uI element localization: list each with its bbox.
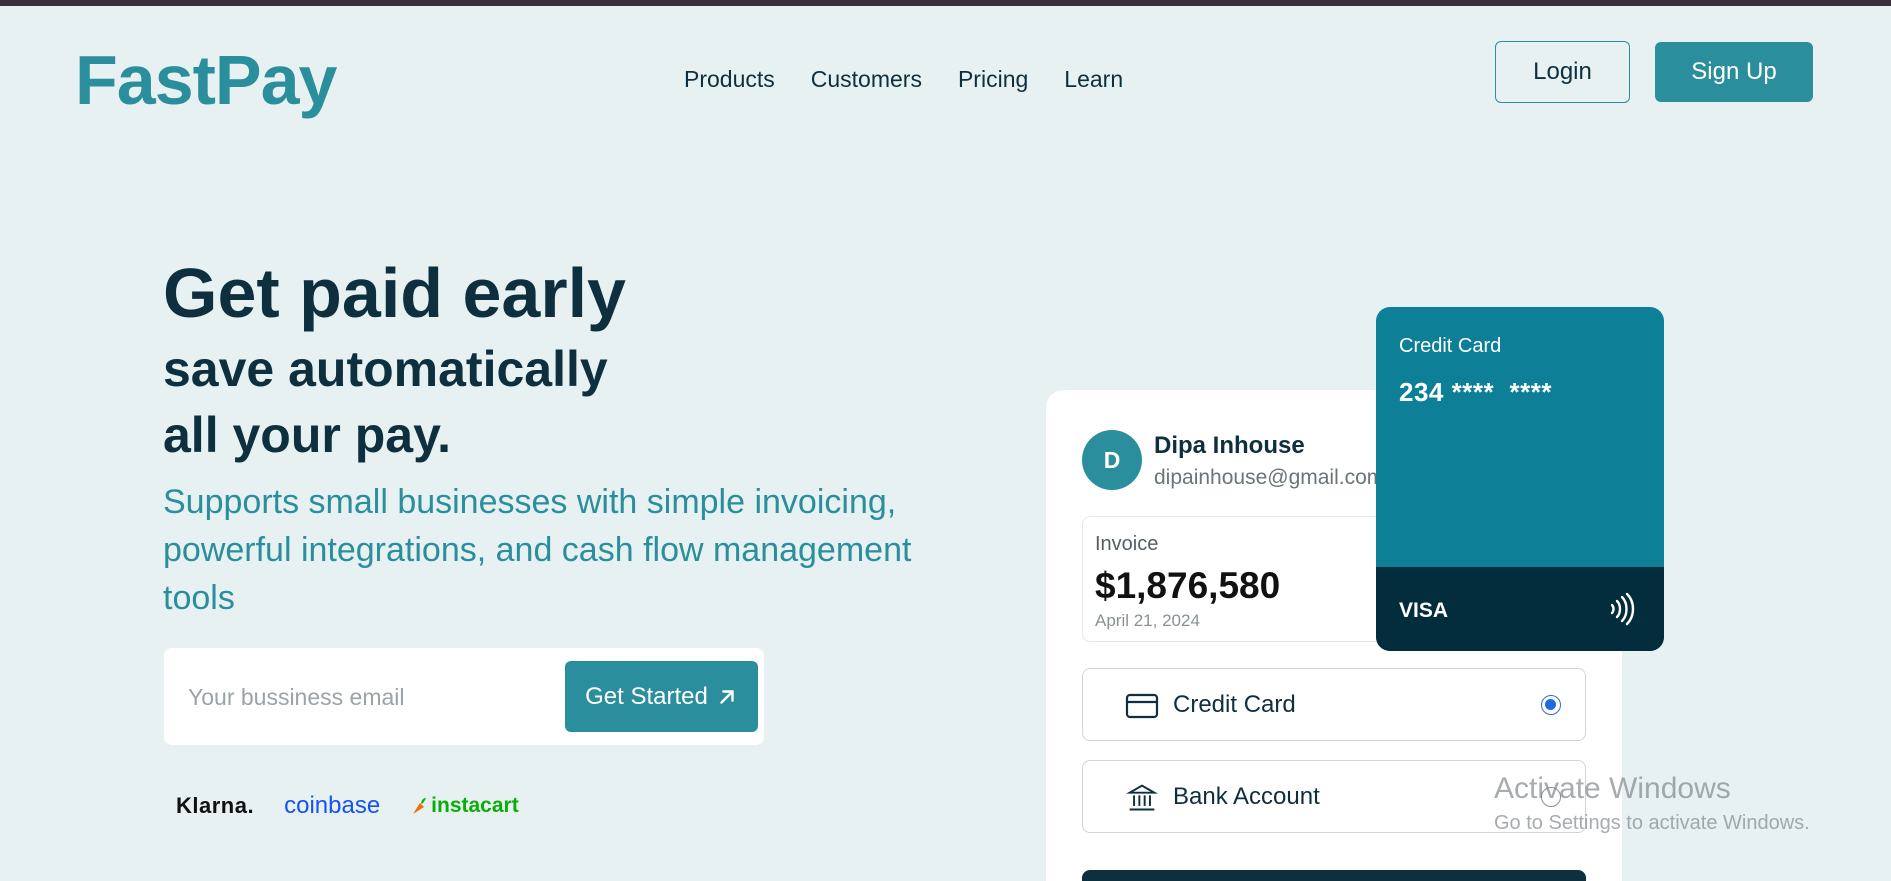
nav-customers[interactable]: Customers [811, 66, 922, 93]
bank-account-label: Bank Account [1173, 782, 1320, 810]
invoice-date: April 21, 2024 [1095, 611, 1200, 630]
visa-logo: VISA [1399, 599, 1449, 622]
nav-pricing[interactable]: Pricing [958, 66, 1028, 93]
invoice-amount: $1,876,580 [1095, 565, 1281, 606]
invoice-label: Invoice [1095, 533, 1159, 555]
credit-card-radio[interactable] [1541, 694, 1561, 715]
email-signup-form: Get Started [164, 648, 764, 745]
bank-icon [1125, 784, 1159, 811]
logo[interactable]: FastPay [75, 40, 337, 120]
activate-windows-subtitle: Go to Settings to activate Windows. [1494, 812, 1810, 834]
coinbase-logo: coinbase [284, 792, 381, 819]
hero-headline-line2: save automatically [163, 341, 608, 397]
klarna-logo: Klarna. [176, 793, 255, 818]
hero-subtitle: Supports small businesses with simple in… [163, 483, 912, 617]
partner-logos: Klarna. coinbase instacart [176, 792, 519, 820]
arrow-up-right-icon [720, 689, 734, 704]
credit-card-icon [1125, 693, 1159, 719]
pay-button[interactable] [1082, 870, 1586, 881]
get-started-label: Get Started [585, 682, 708, 710]
business-email-input[interactable] [188, 678, 548, 716]
credit-card-visual: Credit Card 234 **** **** VISA [1376, 307, 1664, 651]
get-started-button[interactable]: Get Started [565, 661, 758, 732]
instacart-label: instacart [431, 794, 519, 817]
credit-card-label: Credit Card [1173, 690, 1296, 718]
contactless-icon [1610, 592, 1635, 626]
avatar: D [1082, 430, 1142, 490]
activate-windows-title: Activate Windows [1494, 772, 1731, 805]
nav-products[interactable]: Products [684, 66, 775, 93]
payment-method-credit-card[interactable]: Credit Card [1082, 668, 1586, 741]
browser-top-bar [0, 0, 1891, 6]
card-number: 234 **** **** [1399, 377, 1552, 407]
user-name: Dipa Inhouse [1154, 432, 1305, 459]
card-title: Credit Card [1399, 335, 1502, 357]
hero-headline-line3: all your pay. [163, 407, 452, 463]
hero-headline: Get paid early [163, 254, 626, 332]
user-email: dipainhouse@gmail.com [1154, 466, 1385, 489]
instacart-logo: instacart [410, 794, 519, 818]
signup-button[interactable]: Sign Up [1655, 42, 1813, 102]
carrot-icon [413, 798, 427, 814]
card-footer: VISA [1376, 567, 1664, 651]
login-button[interactable]: Login [1495, 41, 1630, 103]
main-nav: Products Customers Pricing Learn [684, 66, 1123, 93]
nav-learn[interactable]: Learn [1064, 66, 1123, 93]
